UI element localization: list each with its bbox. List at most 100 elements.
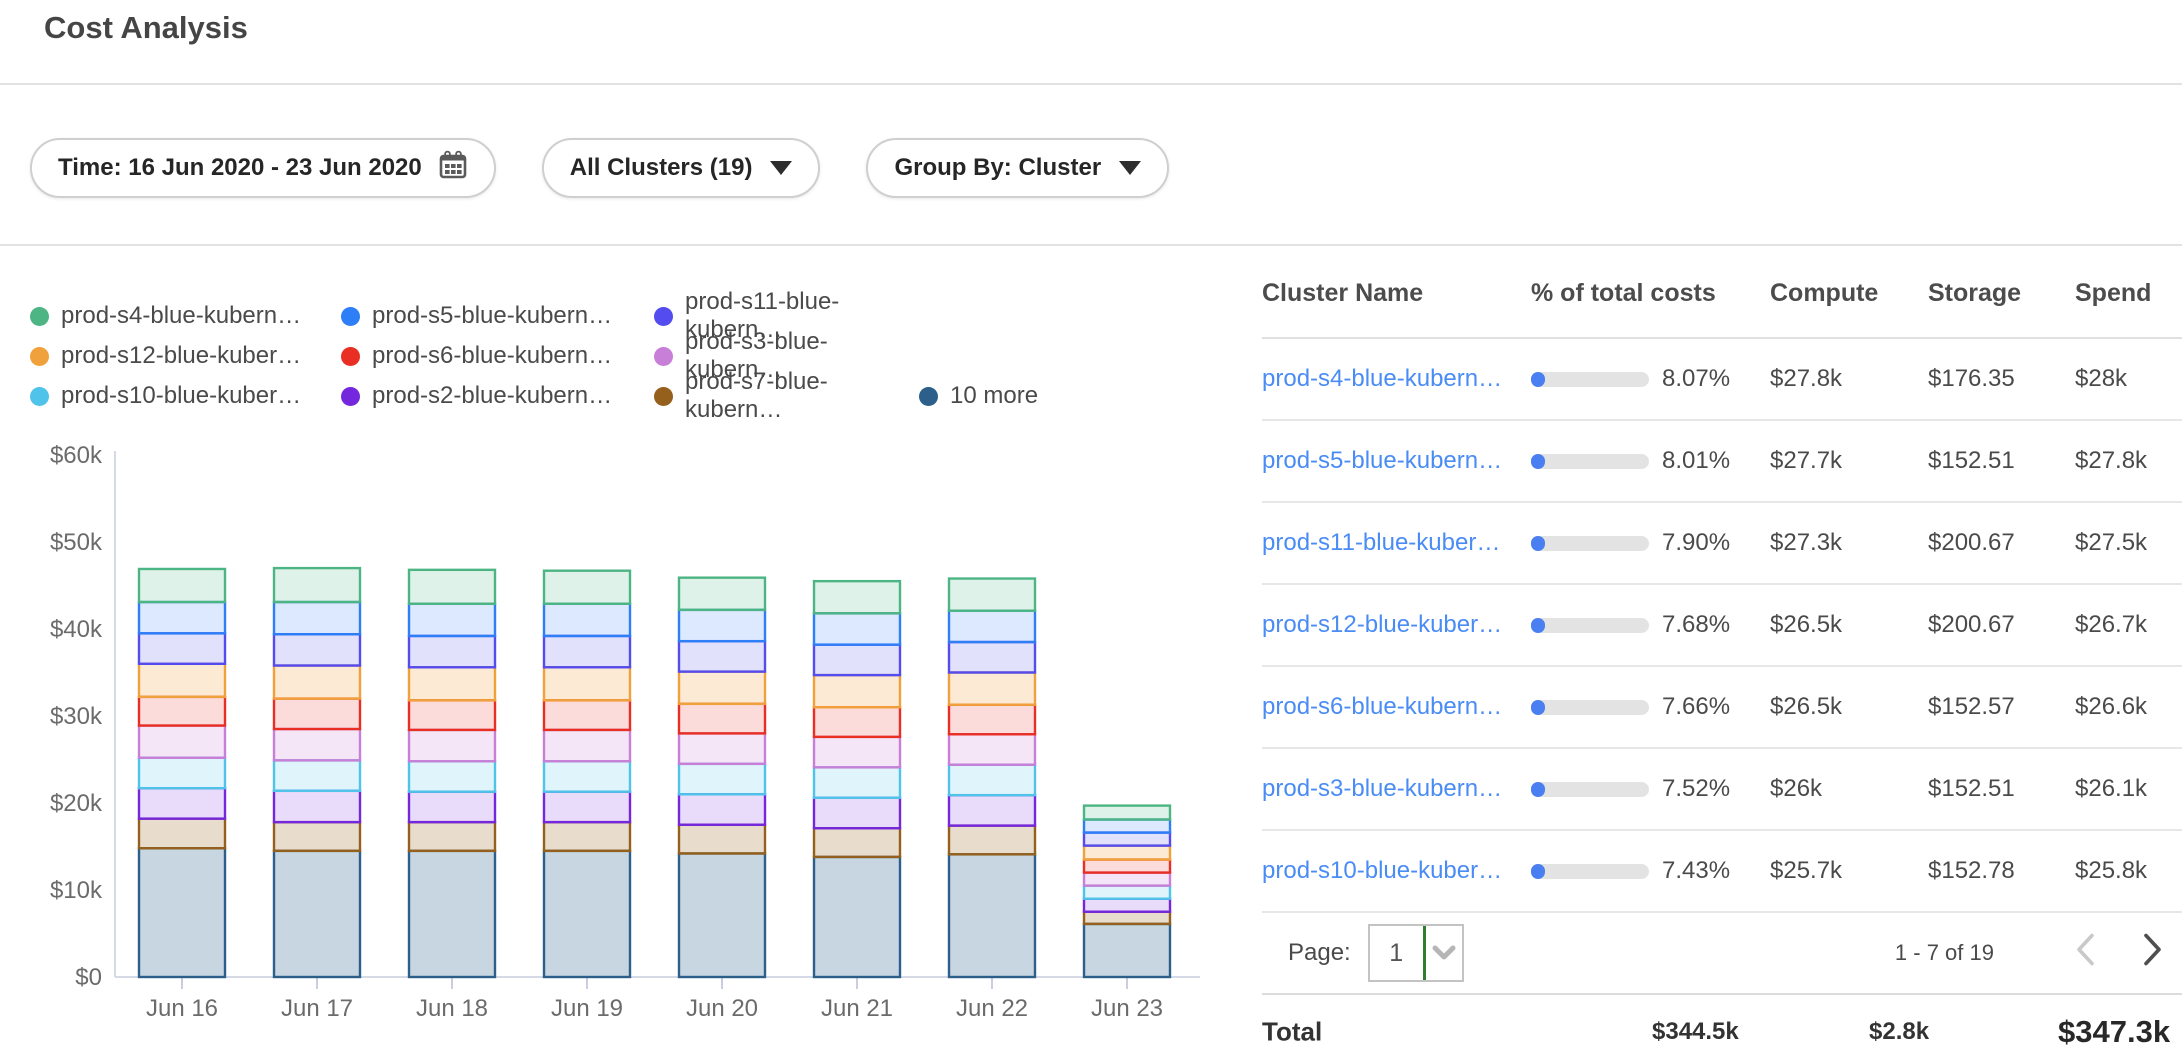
bar-segment[interactable] bbox=[544, 851, 630, 977]
bar-segment[interactable] bbox=[274, 760, 360, 790]
bar-segment[interactable] bbox=[544, 761, 630, 791]
legend-item[interactable]: prod-s10-blue-kuber… bbox=[30, 382, 341, 410]
bar-segment[interactable] bbox=[139, 726, 225, 758]
bar-segment[interactable] bbox=[1084, 846, 1170, 860]
bar-segment[interactable] bbox=[949, 826, 1035, 855]
legend-item[interactable]: prod-s6-blue-kubern… bbox=[341, 342, 654, 370]
bar-segment[interactable] bbox=[679, 578, 765, 610]
bar-segment[interactable] bbox=[409, 604, 495, 636]
bar-segment[interactable] bbox=[544, 667, 630, 700]
bar-segment[interactable] bbox=[679, 610, 765, 641]
legend-item[interactable]: prod-s4-blue-kubern… bbox=[30, 302, 341, 330]
bar-segment[interactable] bbox=[1084, 899, 1170, 912]
bar-segment[interactable] bbox=[139, 569, 225, 602]
bar-segment[interactable] bbox=[679, 672, 765, 704]
bar-segment[interactable] bbox=[1084, 820, 1170, 833]
bar-segment[interactable] bbox=[409, 822, 495, 851]
cluster-link[interactable]: prod-s11-blue-kuber… bbox=[1262, 529, 1500, 556]
bar-segment[interactable] bbox=[409, 700, 495, 730]
bar-segment[interactable] bbox=[139, 602, 225, 633]
bar-segment[interactable] bbox=[1084, 806, 1170, 820]
bar-segment[interactable] bbox=[544, 604, 630, 636]
bar-segment[interactable] bbox=[814, 707, 900, 737]
bar-segment[interactable] bbox=[1084, 833, 1170, 846]
bar-segment[interactable] bbox=[949, 611, 1035, 642]
bar-segment[interactable] bbox=[679, 733, 765, 763]
group-by-dropdown[interactable]: Group By: Cluster bbox=[866, 138, 1169, 198]
bar-segment[interactable] bbox=[949, 705, 1035, 735]
bar-segment[interactable] bbox=[139, 788, 225, 818]
bar-segment[interactable] bbox=[139, 633, 225, 663]
bar-segment[interactable] bbox=[1084, 924, 1170, 977]
bar-segment[interactable] bbox=[1084, 912, 1170, 924]
bar-segment[interactable] bbox=[544, 822, 630, 851]
cluster-link[interactable]: prod-s3-blue-kubern… bbox=[1262, 775, 1502, 802]
bar-segment[interactable] bbox=[544, 636, 630, 667]
clusters-filter-dropdown[interactable]: All Clusters (19) bbox=[542, 138, 821, 198]
bar-segment[interactable] bbox=[274, 822, 360, 851]
bar-segment[interactable] bbox=[814, 828, 900, 857]
bar-segment[interactable] bbox=[409, 636, 495, 667]
bar-segment[interactable] bbox=[679, 704, 765, 734]
legend-item[interactable]: prod-s7-blue-kubern… bbox=[654, 368, 919, 424]
bar-segment[interactable] bbox=[949, 579, 1035, 611]
bar-segment[interactable] bbox=[949, 854, 1035, 977]
bar-segment[interactable] bbox=[139, 819, 225, 849]
bar-segment[interactable] bbox=[949, 795, 1035, 825]
bar-segment[interactable] bbox=[814, 767, 900, 797]
bar-segment[interactable] bbox=[679, 853, 765, 977]
page-select[interactable]: 1 bbox=[1368, 924, 1464, 982]
bar-segment[interactable] bbox=[274, 602, 360, 634]
bar-segment[interactable] bbox=[409, 761, 495, 791]
bar-segment[interactable] bbox=[949, 734, 1035, 764]
bar-segment[interactable] bbox=[679, 641, 765, 671]
bar-segment[interactable] bbox=[1084, 873, 1170, 886]
bar-segment[interactable] bbox=[1084, 886, 1170, 899]
previous-page-button[interactable] bbox=[2072, 932, 2098, 975]
bar-segment[interactable] bbox=[274, 634, 360, 665]
bar-segment[interactable] bbox=[544, 700, 630, 730]
cluster-link[interactable]: prod-s6-blue-kubern… bbox=[1262, 693, 1502, 720]
bar-segment[interactable] bbox=[409, 667, 495, 700]
time-range-filter[interactable]: Time: 16 Jun 2020 - 23 Jun 2020 bbox=[30, 138, 496, 198]
cluster-link[interactable]: prod-s4-blue-kubern… bbox=[1262, 365, 1502, 392]
bar-segment[interactable] bbox=[274, 666, 360, 699]
bar-segment[interactable] bbox=[814, 857, 900, 977]
bar-segment[interactable] bbox=[814, 581, 900, 613]
bar-segment[interactable] bbox=[814, 675, 900, 707]
bar-segment[interactable] bbox=[679, 825, 765, 854]
bar-segment[interactable] bbox=[274, 699, 360, 729]
next-page-button[interactable] bbox=[2140, 932, 2166, 975]
bar-segment[interactable] bbox=[409, 570, 495, 604]
legend-item[interactable]: prod-s5-blue-kubern… bbox=[341, 302, 654, 330]
legend-item[interactable]: 10 more bbox=[919, 382, 1038, 410]
bar-segment[interactable] bbox=[139, 848, 225, 977]
bar-segment[interactable] bbox=[139, 697, 225, 726]
legend-item[interactable]: prod-s2-blue-kubern… bbox=[341, 382, 654, 410]
cluster-link[interactable]: prod-s10-blue-kuber… bbox=[1262, 857, 1502, 884]
cluster-link[interactable]: prod-s5-blue-kubern… bbox=[1262, 447, 1502, 474]
bar-segment[interactable] bbox=[544, 730, 630, 761]
bar-segment[interactable] bbox=[139, 758, 225, 788]
bar-segment[interactable] bbox=[949, 642, 1035, 672]
cluster-link[interactable]: prod-s12-blue-kuber… bbox=[1262, 611, 1502, 638]
bar-segment[interactable] bbox=[274, 791, 360, 822]
bar-segment[interactable] bbox=[544, 571, 630, 604]
bar-segment[interactable] bbox=[139, 664, 225, 697]
bar-segment[interactable] bbox=[949, 673, 1035, 705]
bar-segment[interactable] bbox=[1084, 860, 1170, 873]
bar-segment[interactable] bbox=[274, 568, 360, 602]
bar-segment[interactable] bbox=[814, 798, 900, 828]
bar-segment[interactable] bbox=[814, 645, 900, 675]
legend-item[interactable]: prod-s12-blue-kuber… bbox=[30, 342, 341, 370]
bar-segment[interactable] bbox=[679, 794, 765, 824]
bar-segment[interactable] bbox=[274, 729, 360, 760]
bar-segment[interactable] bbox=[679, 764, 765, 794]
bar-segment[interactable] bbox=[409, 730, 495, 761]
bar-segment[interactable] bbox=[409, 851, 495, 977]
bar-segment[interactable] bbox=[814, 737, 900, 767]
bar-segment[interactable] bbox=[814, 613, 900, 644]
bar-segment[interactable] bbox=[544, 792, 630, 822]
bar-segment[interactable] bbox=[409, 792, 495, 822]
bar-segment[interactable] bbox=[949, 765, 1035, 795]
